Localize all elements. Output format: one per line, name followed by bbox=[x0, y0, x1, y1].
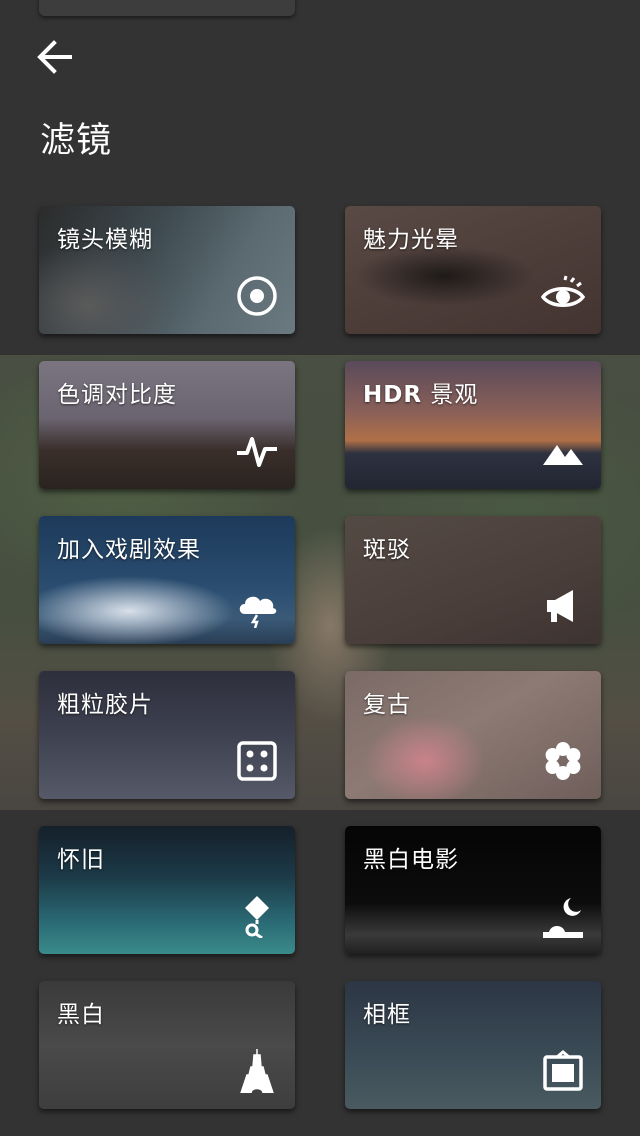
mountain-icon bbox=[541, 429, 585, 473]
frame-icon bbox=[541, 1049, 585, 1093]
filter-card-tonal-contrast[interactable]: 色调对比度 bbox=[39, 361, 295, 489]
card-label: 相框 bbox=[363, 1002, 411, 1028]
filter-card-glamour-glow[interactable]: 魅力光晕 bbox=[345, 206, 601, 334]
eye-icon bbox=[541, 274, 585, 318]
filter-card-grainy-film[interactable]: 粗粒胶片 bbox=[39, 671, 295, 799]
moon-landscape-icon bbox=[541, 894, 585, 938]
megaphone-icon bbox=[541, 584, 585, 628]
previous-card-edge bbox=[39, 0, 295, 16]
target-icon bbox=[235, 274, 279, 318]
card-label: 色调对比度 bbox=[57, 382, 177, 408]
filter-card-vintage[interactable]: 怀旧 bbox=[39, 826, 295, 954]
filter-card-frames[interactable]: 相框 bbox=[345, 981, 601, 1109]
dice-icon bbox=[235, 739, 279, 783]
filter-card-noir[interactable]: 黑白电影 bbox=[345, 826, 601, 954]
card-label: HDR 景观 bbox=[363, 382, 479, 408]
card-label: 黑白 bbox=[57, 1002, 105, 1028]
card-label: 斑驳 bbox=[363, 537, 411, 563]
pulse-icon bbox=[235, 429, 279, 473]
filter-card-hdr-scape[interactable]: HDR 景观 bbox=[345, 361, 601, 489]
card-label: 黑白电影 bbox=[363, 847, 459, 873]
card-label: 怀旧 bbox=[57, 847, 105, 873]
filter-card-retrolux[interactable]: 复古 bbox=[345, 671, 601, 799]
flower-icon bbox=[541, 739, 585, 783]
back-button[interactable] bbox=[32, 36, 80, 78]
card-label: 加入戏剧效果 bbox=[57, 537, 201, 563]
eiffel-tower-icon bbox=[235, 1049, 279, 1093]
filter-card-grunge[interactable]: 斑驳 bbox=[345, 516, 601, 644]
filter-card-lens-blur[interactable]: 镜头模糊 bbox=[39, 206, 295, 334]
kite-icon bbox=[235, 894, 279, 938]
card-label: 镜头模糊 bbox=[57, 227, 153, 253]
card-label: 粗粒胶片 bbox=[57, 692, 153, 718]
filter-card-black-white[interactable]: 黑白 bbox=[39, 981, 295, 1109]
card-label: 魅力光晕 bbox=[363, 227, 459, 253]
card-label: 复古 bbox=[363, 692, 411, 718]
filter-card-drama[interactable]: 加入戏剧效果 bbox=[39, 516, 295, 644]
storm-cloud-icon bbox=[235, 584, 279, 628]
arrow-left-icon bbox=[37, 40, 72, 74]
page-title: 滤镜 bbox=[40, 121, 113, 161]
